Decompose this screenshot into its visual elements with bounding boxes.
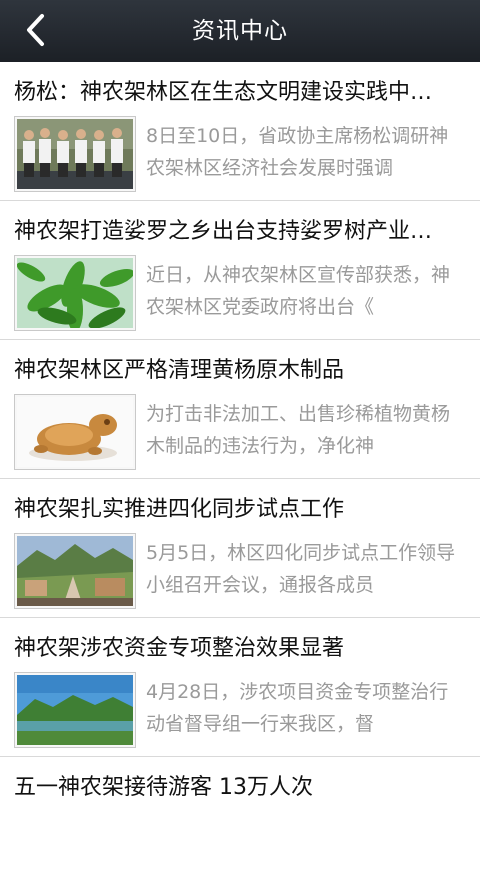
- news-item[interactable]: 神农架林区严格清理黄杨原木制品 为打击非法加工、出售珍稀植物黄杨木制品的违法行为…: [0, 340, 480, 479]
- news-summary: 为打击非法加工、出售珍稀植物黄杨木制品的违法行为，净化神: [146, 403, 451, 457]
- news-summary: 4月28日，涉农项目资金专项整治行动省督导组一行来我区，督: [146, 681, 449, 735]
- news-list: 杨松：神农架林区在生态文明建设实践中… 8日至10日，省政协主席杨松调研神农架林…: [0, 62, 480, 895]
- news-title: 神农架扎实推进四化同步试点工作: [14, 497, 345, 522]
- news-summary: 近日，从神农架林区宣传部获悉，神农架林区党委政府将出台《: [146, 264, 451, 318]
- news-thumbnail: [14, 533, 136, 609]
- news-summary: 8日至10日，省政协主席杨松调研神农架林区经济社会发展时强调: [146, 125, 449, 179]
- news-title: 神农架涉农资金专项整治效果显著: [14, 636, 345, 661]
- news-item[interactable]: 神农架打造娑罗之乡出台支持娑罗树产业… 近日，从神农架林区宣传部获悉，神农架林区…: [0, 201, 480, 340]
- news-summary: 5月5日，林区四化同步试点工作领导小组召开会议，通报各成员: [146, 542, 456, 596]
- news-thumbnail: [14, 116, 136, 192]
- page-title: 资讯中心: [192, 18, 288, 44]
- news-title: 神农架林区严格清理黄杨原木制品: [14, 358, 345, 383]
- news-thumbnail: [14, 672, 136, 748]
- news-title: 五一神农架接待游客 13万人次: [14, 775, 313, 800]
- news-thumbnail: [14, 394, 136, 470]
- news-item[interactable]: 五一神农架接待游客 13万人次: [0, 757, 480, 895]
- news-item[interactable]: 神农架扎实推进四化同步试点工作 5月5日，林区四化同步试点工作领导小组召开会议，…: [0, 479, 480, 618]
- news-title: 杨松：神农架林区在生态文明建设实践中…: [14, 80, 433, 105]
- title-bar: 资讯中心: [0, 0, 480, 62]
- news-item[interactable]: 神农架涉农资金专项整治效果显著 4月28日，涉农项目资金专项整治行动省督导组一行…: [0, 618, 480, 757]
- news-item[interactable]: 杨松：神农架林区在生态文明建设实践中… 8日至10日，省政协主席杨松调研神农架林…: [0, 62, 480, 201]
- news-thumbnail: [14, 255, 136, 331]
- news-title: 神农架打造娑罗之乡出台支持娑罗树产业…: [14, 219, 433, 244]
